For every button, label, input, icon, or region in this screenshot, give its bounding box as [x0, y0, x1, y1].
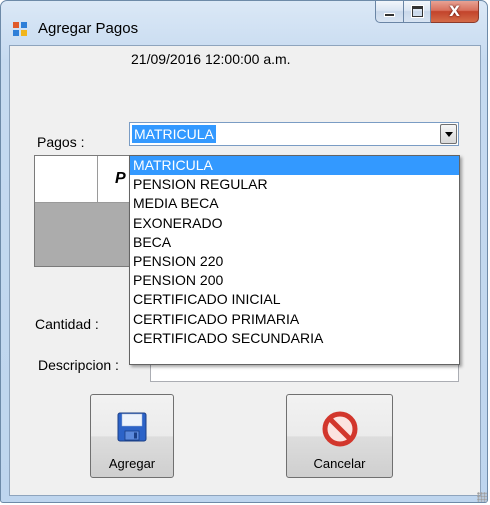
cancelar-button-label: Cancelar: [313, 456, 366, 471]
caption-buttons: X: [375, 1, 479, 23]
dropdown-item[interactable]: EXONERADO: [130, 214, 459, 233]
dropdown-item[interactable]: BECA: [130, 233, 459, 252]
maximize-button[interactable]: [404, 1, 431, 23]
pagos-combobox[interactable]: MATRICULA: [129, 122, 459, 146]
dropdown-item[interactable]: PENSION REGULAR: [130, 175, 459, 194]
prohibited-icon: [322, 411, 357, 447]
minimize-icon: [384, 13, 395, 17]
resize-grip[interactable]: [477, 492, 487, 502]
cancelar-button[interactable]: Cancelar: [286, 394, 393, 478]
dropdown-item[interactable]: CERTIFICADO PRIMARIA: [130, 310, 459, 329]
cantidad-label: Cantidad :: [35, 316, 99, 332]
window-title: Agregar Pagos: [38, 20, 139, 37]
chevron-down-icon: [445, 132, 453, 137]
grid-column-header[interactable]: P: [115, 170, 126, 188]
datetime-label: 21/09/2016 12:00:00 a.m.: [131, 51, 291, 67]
grid-row-header-cell: [35, 156, 98, 202]
pagos-combobox-value: MATRICULA: [132, 125, 216, 143]
form-app-icon: [13, 22, 27, 36]
floppy-disk-icon: [117, 412, 147, 442]
maximize-icon: [411, 6, 423, 17]
dropdown-item[interactable]: CERTIFICADO INICIAL: [130, 290, 459, 309]
title-bar[interactable]: Agregar Pagos X: [1, 1, 487, 45]
minimize-button[interactable]: [375, 1, 404, 23]
dropdown-item[interactable]: PENSION 220: [130, 252, 459, 271]
pagos-dropdown-list[interactable]: MATRICULA PENSION REGULAR MEDIA BECA EXO…: [129, 155, 460, 365]
pagos-label: Pagos :: [37, 134, 85, 150]
dropdown-item[interactable]: CERTIFICADO SECUNDARIA: [130, 329, 459, 348]
combobox-dropdown-button[interactable]: [440, 124, 457, 144]
descripcion-label: Descripcion :: [38, 357, 119, 373]
close-button[interactable]: X: [431, 1, 479, 23]
dropdown-item[interactable]: MEDIA BECA: [130, 194, 459, 213]
dropdown-item[interactable]: PENSION 200: [130, 271, 459, 290]
dropdown-item[interactable]: MATRICULA: [130, 156, 459, 176]
close-icon: X: [449, 3, 460, 20]
agregar-button[interactable]: Agregar: [90, 394, 174, 478]
agregar-button-label: Agregar: [108, 456, 156, 471]
